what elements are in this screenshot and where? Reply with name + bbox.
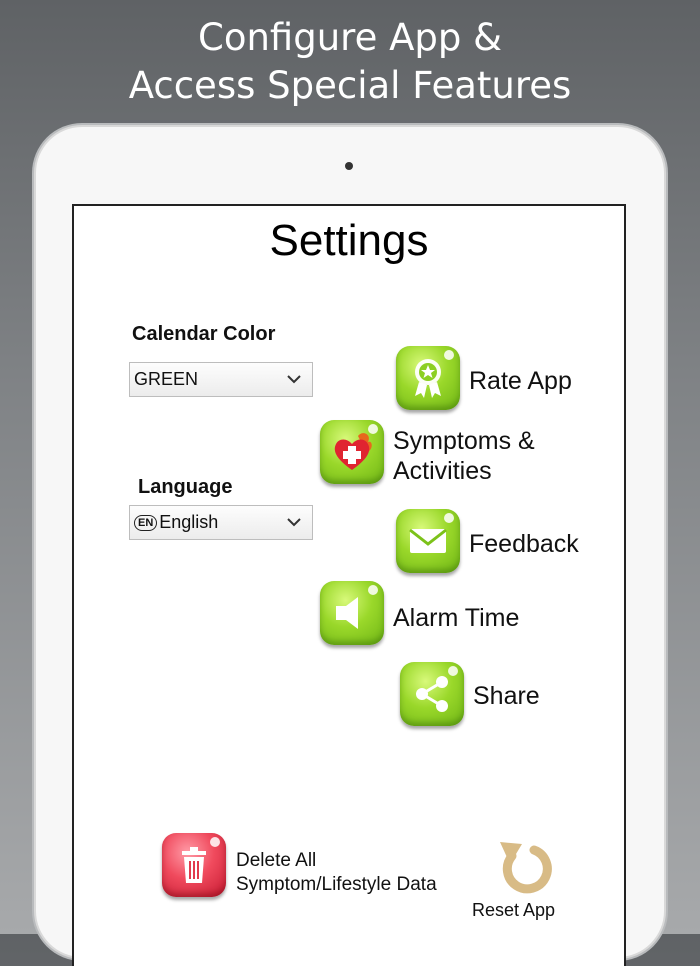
alarm-time-label: Alarm Time <box>393 604 520 632</box>
reset-app-label: Reset App <box>472 900 556 920</box>
page-title: Settings <box>269 216 429 265</box>
share-label: Share <box>473 682 540 710</box>
tablet-screen: Settings Calendar Color GREEN Language E… <box>72 204 626 966</box>
refresh-arrow-icon <box>500 842 552 894</box>
language-badge: EN <box>134 514 158 531</box>
promo-line-2: Access Special Features <box>128 64 572 107</box>
delete-label-line-2: Symptom/Lifestyle Data <box>236 874 437 895</box>
symptoms-label-line-2: Activities <box>393 457 492 485</box>
calendar-color-select[interactable]: GREEN <box>129 362 313 397</box>
promo-headline: Configure App & Access Special Features <box>0 14 700 110</box>
chevron-down-icon <box>287 518 301 527</box>
award-badge-icon <box>396 346 460 410</box>
share-icon <box>400 662 464 726</box>
symptoms-label-line-1: Symptoms & <box>393 427 535 455</box>
calendar-color-label: Calendar Color <box>132 323 276 345</box>
tablet-frame: Settings Calendar Color GREEN Language E… <box>36 127 664 966</box>
speaker-icon <box>320 581 384 645</box>
chevron-down-icon <box>287 375 301 384</box>
calendar-color-value: GREEN <box>134 369 199 389</box>
delete-label-line-1: Delete All <box>236 850 317 871</box>
promo-line-1: Configure App & <box>198 16 502 59</box>
rate-app-label: Rate App <box>469 367 572 395</box>
envelope-icon <box>396 509 460 573</box>
language-value: English <box>159 512 219 532</box>
camera-dot <box>345 162 353 170</box>
language-select[interactable]: EN English <box>129 505 313 540</box>
language-label: Language <box>138 476 233 498</box>
heart-first-aid-icon <box>320 420 384 484</box>
settings-page: Settings Calendar Color GREEN Language E… <box>102 206 596 966</box>
feedback-label: Feedback <box>469 530 579 558</box>
trash-icon <box>162 833 226 897</box>
